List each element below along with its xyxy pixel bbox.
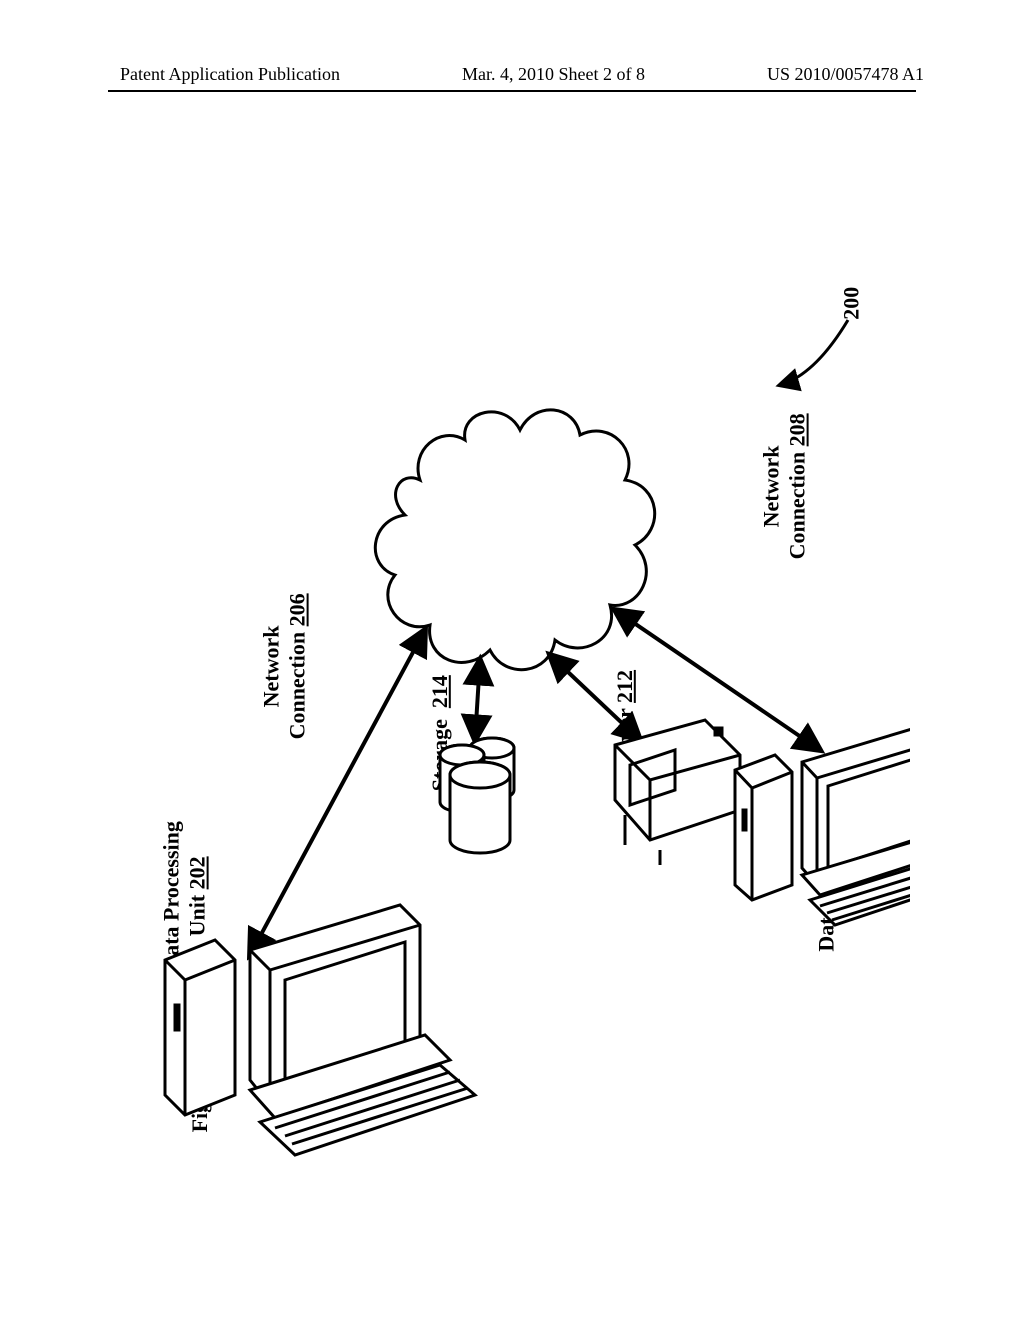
storage-icon [440,738,514,853]
header-divider [108,90,916,92]
figure-2-diagram: Figure 2 200 Network 210 Network Connect… [120,150,910,1200]
header-center: Mar. 4, 2010 Sheet 2 of 8 [462,64,645,85]
arrow-printer [550,655,640,740]
diagram-svg [120,150,910,1200]
header-left: Patent Application Publication [120,64,340,85]
header-right: US 2010/0057478 A1 [767,64,924,85]
computer-right-icon [735,728,910,925]
printer-icon [615,720,740,865]
arrow-storage [475,660,480,740]
cloud-icon [375,410,654,670]
computer-left-icon [165,905,475,1155]
ref-arrow-icon [780,320,848,385]
